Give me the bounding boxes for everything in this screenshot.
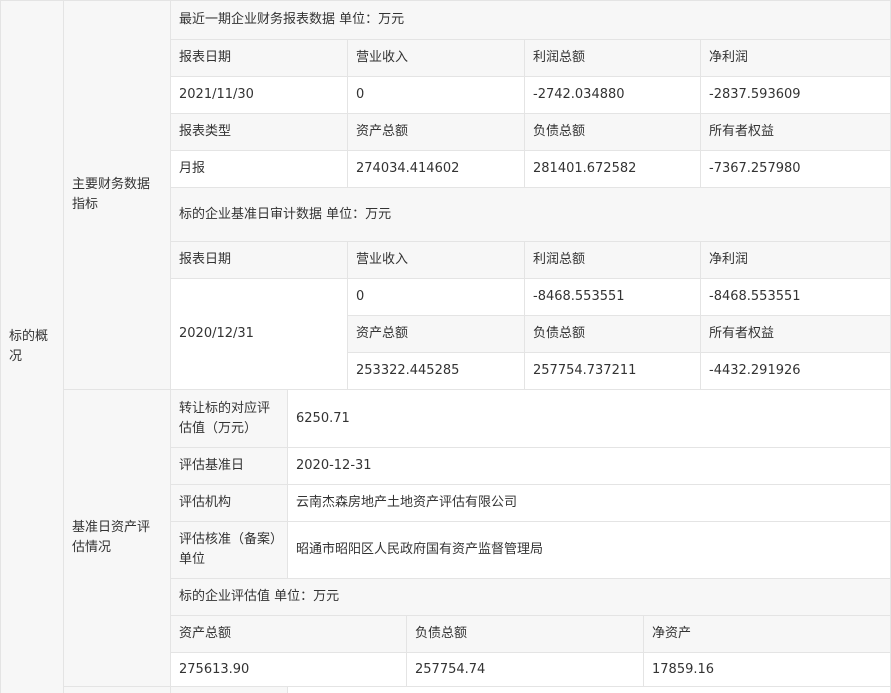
latest-value-total-liabilities: 281401.672582 [525, 151, 701, 188]
valuation-value-transfer-value: 6250.71 [288, 390, 891, 448]
latest-value-owner-equity: -7367.257980 [701, 151, 891, 188]
financial-group-label: 主要财务数据指标 [64, 0, 171, 390]
audit-value-owner-equity: -4432.291926 [701, 353, 891, 390]
trailing-label-cell [64, 687, 171, 693]
trailing-row-label [171, 687, 288, 693]
audit-header-total-profit: 利润总额 [525, 242, 701, 279]
latest-value-report-type: 月报 [171, 151, 348, 188]
latest-financial-title: 最近一期企业财务报表数据 单位：万元 [171, 0, 891, 40]
audit-header-owner-equity: 所有者权益 [701, 316, 891, 353]
latest-value-total-profit: -2742.034880 [525, 77, 701, 114]
audit-header-net-profit: 净利润 [701, 242, 891, 279]
enterprise-header-total-liabilities: 负债总额 [407, 616, 644, 653]
enterprise-value-net-assets: 17859.16 [644, 653, 891, 687]
valuation-label-institution: 评估机构 [171, 485, 288, 522]
audit-title: 标的企业基准日审计数据 单位：万元 [171, 188, 891, 242]
audit-value-date: 2020/12/31 [171, 279, 348, 390]
latest-header-revenue: 营业收入 [348, 40, 525, 77]
latest-header-owner-equity: 所有者权益 [701, 114, 891, 151]
enterprise-header-net-assets: 净资产 [644, 616, 891, 653]
valuation-value-base-date: 2020-12-31 [288, 448, 891, 485]
latest-header-total-assets: 资产总额 [348, 114, 525, 151]
audit-value-total-liabilities: 257754.737211 [525, 353, 701, 390]
valuation-value-approval-unit: 昭通市昭阳区人民政府国有资产监督管理局 [288, 522, 891, 579]
audit-header-revenue: 营业收入 [348, 242, 525, 279]
latest-value-revenue: 0 [348, 77, 525, 114]
audit-header-total-assets: 资产总额 [348, 316, 525, 353]
audit-value-total-assets: 253322.445285 [348, 353, 525, 390]
latest-header-total-liabilities: 负债总额 [525, 114, 701, 151]
valuation-label-base-date: 评估基准日 [171, 448, 288, 485]
audit-value-total-profit: -8468.553551 [525, 279, 701, 316]
valuation-group-label: 基准日资产评估情况 [64, 390, 171, 687]
latest-value-net-profit: -2837.593609 [701, 77, 891, 114]
latest-header-date: 报表日期 [171, 40, 348, 77]
audit-value-net-profit: -8468.553551 [701, 279, 891, 316]
section-label: 标的概况 [0, 0, 64, 693]
enterprise-header-total-assets: 资产总额 [171, 616, 407, 653]
latest-header-total-profit: 利润总额 [525, 40, 701, 77]
valuation-label-transfer-value: 转让标的对应评估值（万元） [171, 390, 288, 448]
audit-header-date: 报表日期 [171, 242, 348, 279]
valuation-label-approval-unit: 评估核准（备案）单位 [171, 522, 288, 579]
audit-header-total-liabilities: 负债总额 [525, 316, 701, 353]
latest-header-net-profit: 净利润 [701, 40, 891, 77]
latest-header-report-type: 报表类型 [171, 114, 348, 151]
enterprise-value-total-liabilities: 257754.74 [407, 653, 644, 687]
latest-value-date: 2021/11/30 [171, 77, 348, 114]
enterprise-value-total-assets: 275613.90 [171, 653, 407, 687]
audit-value-revenue: 0 [348, 279, 525, 316]
latest-value-total-assets: 274034.414602 [348, 151, 525, 188]
enterprise-valuation-title: 标的企业评估值 单位：万元 [171, 579, 891, 616]
trailing-row-value [288, 687, 891, 693]
valuation-value-institution: 云南杰森房地产土地资产评估有限公司 [288, 485, 891, 522]
